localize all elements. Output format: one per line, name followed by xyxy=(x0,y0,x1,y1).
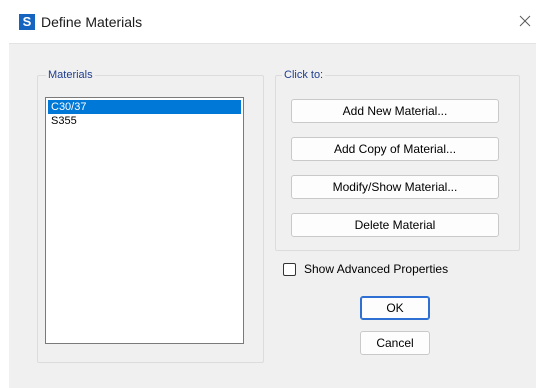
window-title: Define Materials xyxy=(41,14,143,30)
close-icon[interactable] xyxy=(516,12,534,30)
list-item-c30-37[interactable]: C30/37 xyxy=(48,100,241,114)
delete-material-button[interactable]: Delete Material xyxy=(291,213,499,237)
add-copy-material-button[interactable]: Add Copy of Material... xyxy=(291,137,499,161)
materials-list[interactable]: C30/37 S355 xyxy=(45,97,244,344)
ok-button[interactable]: OK xyxy=(360,296,430,320)
materials-group-label: Materials xyxy=(46,68,95,82)
cancel-button[interactable]: Cancel xyxy=(360,331,430,355)
app-icon: S xyxy=(19,14,35,30)
title-bar[interactable]: S Define Materials xyxy=(0,0,536,42)
list-item-s355[interactable]: S355 xyxy=(48,114,241,128)
show-advanced-properties-checkbox[interactable] xyxy=(283,263,296,276)
modify-show-material-button[interactable]: Modify/Show Material... xyxy=(291,175,499,199)
add-new-material-button[interactable]: Add New Material... xyxy=(291,99,499,123)
show-advanced-properties-label[interactable]: Show Advanced Properties xyxy=(304,262,448,277)
actions-group-label: Click to: xyxy=(282,68,326,82)
